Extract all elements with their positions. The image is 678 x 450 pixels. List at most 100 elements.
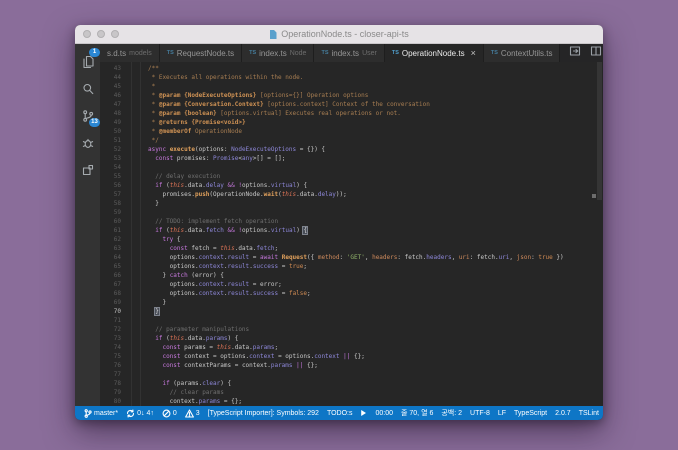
line-number[interactable]: 69 [100,298,127,307]
line-number[interactable]: 73 [100,334,127,343]
line-number[interactable]: 48 [100,109,127,118]
code-line: 58 } [100,199,603,208]
line-number[interactable]: 56 [100,181,127,190]
git-branch-icon [84,409,92,418]
line-number[interactable]: 43 [100,64,127,73]
line-number[interactable]: 61 [100,226,127,235]
line-number[interactable]: 60 [100,217,127,226]
search-icon [81,82,95,96]
line-number[interactable]: 58 [100,199,127,208]
code-line: 48 * @param {boolean} [options.virtual] … [100,109,603,118]
line-number[interactable]: 78 [100,379,127,388]
line-number[interactable]: 54 [100,163,127,172]
explorer-badge: 1 [89,48,100,57]
typescript-file-icon: TS [167,50,174,56]
tab-contextutils-ts[interactable]: TSContextUtils.ts [484,44,561,62]
line-number[interactable]: 47 [100,100,127,109]
line-number[interactable]: 79 [100,388,127,397]
status-item-2-0-7[interactable]: 2.0.7 [551,410,575,417]
line-number[interactable]: 75 [100,352,127,361]
line-number[interactable]: 64 [100,253,127,262]
status-item-utf-8[interactable]: UTF-8 [466,410,494,417]
editor-scrollbar[interactable] [597,62,602,200]
minimize-window-button[interactable] [97,30,105,38]
activity-bar-item-debug[interactable] [75,129,100,156]
line-number[interactable]: 67 [100,280,127,289]
status-item-text: LF [498,410,506,417]
code-line: 55 // delay execution [100,172,603,181]
code-line-content [127,208,148,217]
line-number[interactable]: 70 [100,307,127,316]
tab-index-ts[interactable]: TSindex.tsNode [242,44,314,62]
line-number[interactable]: 68 [100,289,127,298]
activity-bar-item-explorer[interactable]: 1 [75,48,100,75]
tab-index-ts[interactable]: TSindex.tsUser [314,44,384,62]
status-item-tslint[interactable]: TSLint [575,410,603,417]
status-item-0-4[interactable]: 0↓ 4↑ [122,409,158,418]
tab-label: OperationNode.ts [402,49,465,58]
line-number[interactable]: 80 [100,397,127,406]
code-lines: 43/**44 * Executes all operations within… [100,62,603,406]
line-number[interactable]: 51 [100,136,127,145]
line-number[interactable]: 72 [100,325,127,334]
line-number[interactable]: 53 [100,154,127,163]
tab-operationnode-ts[interactable]: TSOperationNode.ts× [385,44,484,62]
split-editor-icon[interactable] [569,44,581,62]
line-number[interactable]: 71 [100,316,127,325]
status-item-3[interactable]: 3 [181,409,204,418]
line-number[interactable]: 63 [100,244,127,253]
line-number[interactable]: 46 [100,91,127,100]
code-line-content: * @param {NodeExecuteOptions} [options={… [127,91,368,100]
code-line: 78 if (params.clear) { [100,379,603,388]
status-item-0[interactable]: 0 [158,409,181,418]
code-line-content: */ [127,136,159,145]
code-line: 73 if (this.data.params) { [100,334,603,343]
code-line-content: try { [127,235,181,244]
code-line-content: // parameter manipulations [127,325,249,334]
line-number[interactable]: 74 [100,343,127,352]
line-number[interactable]: 77 [100,370,127,379]
status-item-줄-70-열-6[interactable]: 줄 70, 열 6 [397,408,437,418]
close-window-button[interactable] [83,30,91,38]
line-number[interactable]: 59 [100,208,127,217]
line-number[interactable]: 55 [100,172,127,181]
code-line: 77 [100,370,603,379]
window-title-bar[interactable]: OperationNode.ts - closer-api-ts [75,25,603,44]
zoom-window-button[interactable] [111,30,119,38]
activity-bar-item-search[interactable] [75,75,100,102]
line-number[interactable]: 44 [100,73,127,82]
line-number[interactable]: 76 [100,361,127,370]
status-item-lf[interactable]: LF [494,410,510,417]
status-item-typescript-importer-symbols-292[interactable]: [TypeScript Importer]: Symbols: 292 [204,410,323,417]
line-number[interactable]: 66 [100,271,127,280]
activity-bar-item-source-control[interactable]: 13 [75,102,100,129]
code-line-content: async execute(options: NodeExecuteOption… [127,145,325,154]
status-item-todo-s[interactable]: TODO:s [323,410,357,417]
code-line: 61 if (this.data.fetch && !options.virtu… [100,226,603,235]
status-item-공백-2[interactable]: 공백: 2 [437,408,466,418]
status-item-play[interactable] [356,409,371,417]
toggle-layout-icon[interactable] [590,44,602,62]
code-line-content [127,316,148,325]
close-icon[interactable]: × [471,49,476,58]
line-number[interactable]: 57 [100,190,127,199]
code-line-content: options.context.result.success = true; [127,262,307,271]
window-title-text: OperationNode.ts - closer-api-ts [281,29,409,39]
code-line: 60 // TODO: implement fetch operation [100,217,603,226]
line-number[interactable]: 45 [100,82,127,91]
line-number[interactable]: 65 [100,262,127,271]
tab-s-d-ts[interactable]: s.d.tsmodels [100,44,160,62]
tab-requestnode-ts[interactable]: TSRequestNode.ts [160,44,242,62]
activity-bar-item-extensions[interactable] [75,156,100,183]
code-editor[interactable]: 43/**44 * Executes all operations within… [100,62,603,406]
status-item-master[interactable]: master* [80,409,122,418]
line-number[interactable]: 49 [100,118,127,127]
line-number[interactable]: 52 [100,145,127,154]
status-item-typescript[interactable]: TypeScript [510,410,551,417]
code-line: 64 options.context.result = await Reques… [100,253,603,262]
status-item-00-00[interactable]: 00:00 [371,410,397,417]
editor-group: s.d.tsmodelsTSRequestNode.tsTSindex.tsNo… [100,44,603,406]
line-number[interactable]: 50 [100,127,127,136]
status-item-text: TypeScript [514,410,547,417]
line-number[interactable]: 62 [100,235,127,244]
